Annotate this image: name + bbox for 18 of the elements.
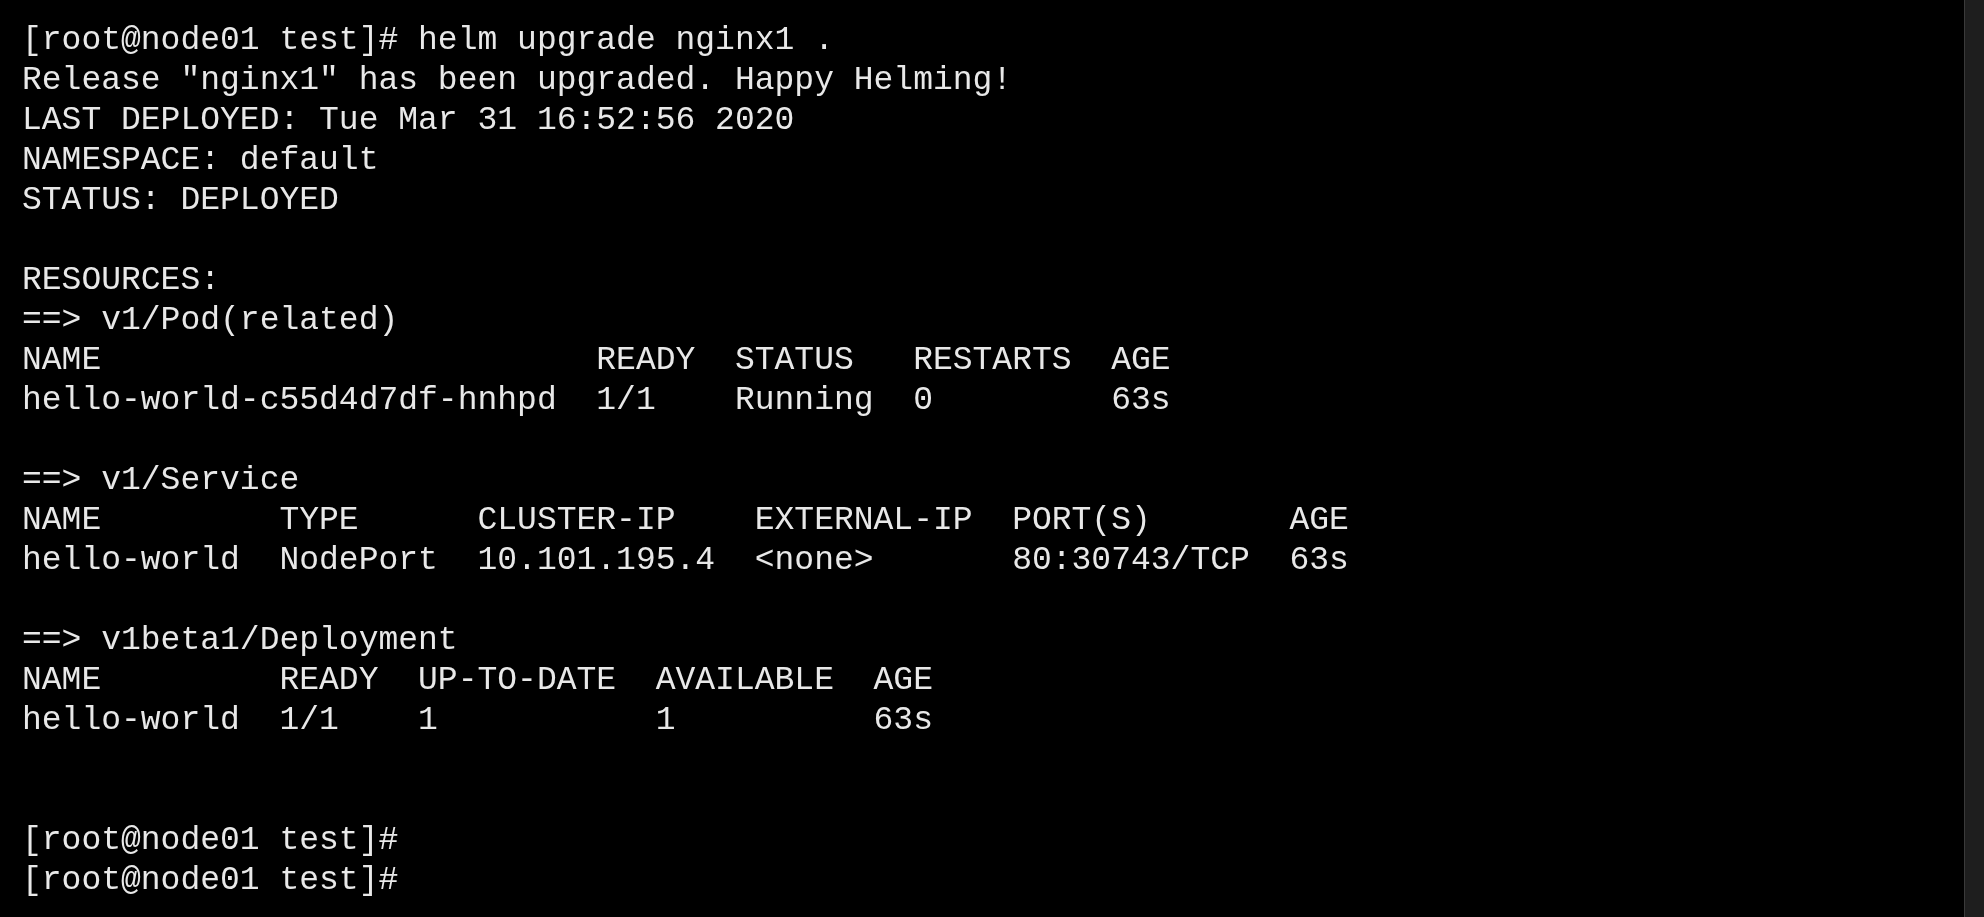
terminal-line: Release "nginx1" has been upgraded. Happy Helming! bbox=[22, 62, 1013, 99]
terminal-line: NAME TYPE CLUSTER-IP EXTERNAL-IP PORT(S) AGE bbox=[22, 502, 1349, 539]
terminal-line: NAMESPACE: default bbox=[22, 142, 379, 179]
terminal-line: NAME READY STATUS RESTARTS AGE bbox=[22, 342, 1171, 379]
terminal-line: [root@node01 test]# bbox=[22, 822, 399, 859]
terminal-line: RESOURCES: bbox=[22, 262, 221, 299]
terminal-line: NAME READY UP-TO-DATE AVAILABLE AGE bbox=[22, 662, 933, 699]
terminal-line: hello-world NodePort 10.101.195.4 <none> 80:30743/TCP 63s bbox=[22, 542, 1349, 579]
terminal-line: LAST DEPLOYED: Tue Mar 31 16:52:56 2020 bbox=[22, 102, 795, 139]
terminal-line: STATUS: DEPLOYED bbox=[22, 182, 339, 219]
terminal-line: hello-world 1/1 1 1 63s bbox=[22, 702, 933, 739]
terminal-line: ==> v1/Service bbox=[22, 462, 300, 499]
terminal-line: [root@node01 test]# helm upgrade nginx1 . bbox=[22, 22, 834, 59]
scrollbar[interactable] bbox=[1964, 0, 1984, 917]
terminal-line: ==> v1/Pod(related) bbox=[22, 302, 399, 339]
terminal-line: ==> v1beta1/Deployment bbox=[22, 622, 458, 659]
terminal-line: hello-world-c55d4d7df-hnhpd 1/1 Running 0 63s bbox=[22, 382, 1171, 419]
terminal-line: [root@node01 test]# bbox=[22, 862, 399, 899]
